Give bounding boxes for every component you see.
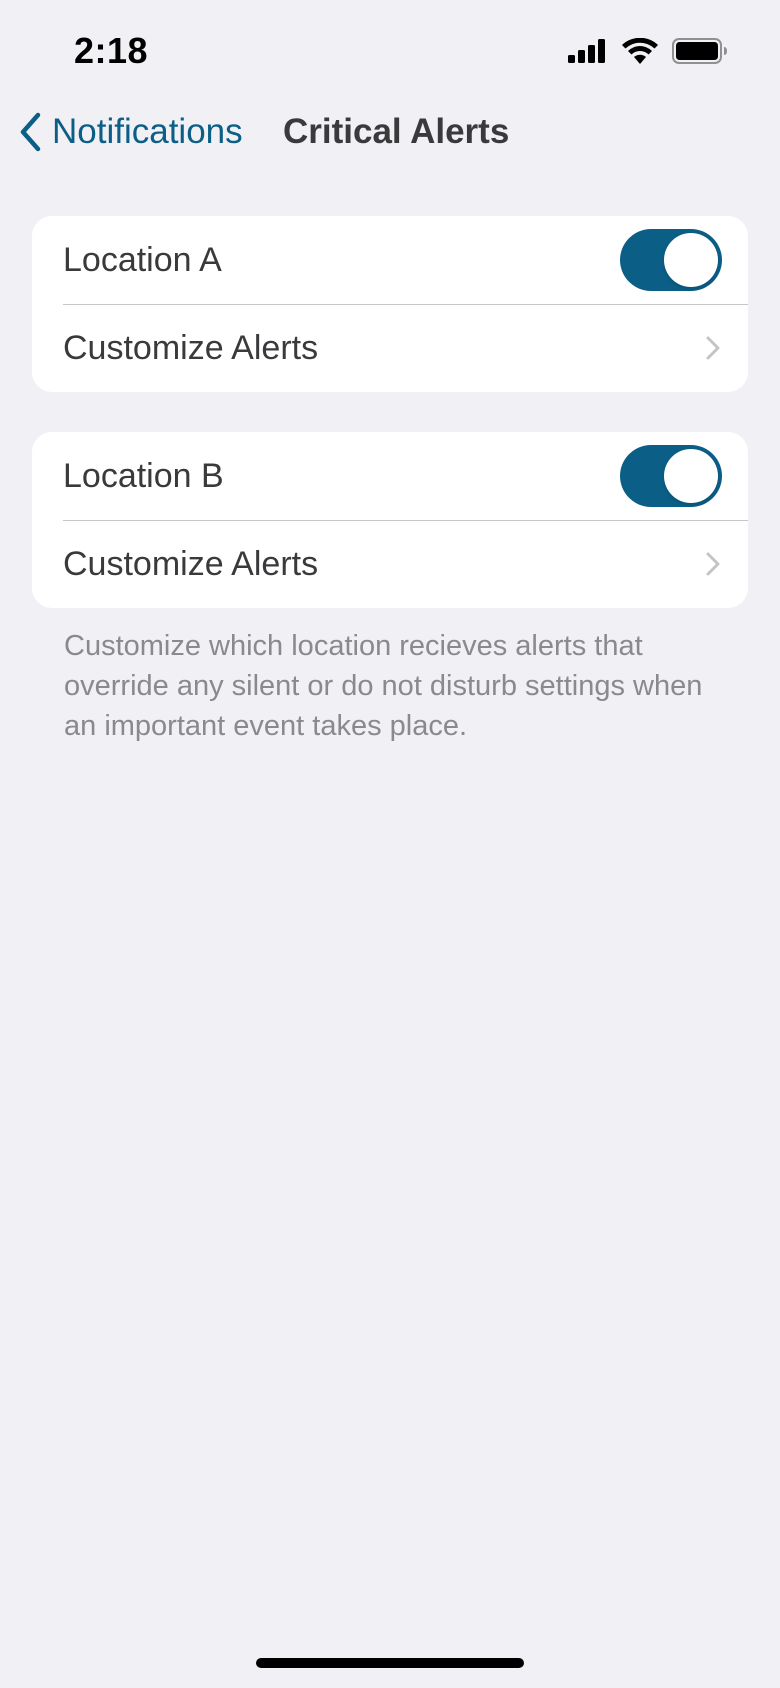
status-bar: 2:18 xyxy=(0,0,780,100)
customize-alerts-label: Customize Alerts xyxy=(63,544,319,583)
toggle-knob xyxy=(664,449,718,503)
chevron-left-icon xyxy=(20,112,41,152)
customize-alerts-b-row[interactable]: Customize Alerts xyxy=(32,520,748,608)
location-a-toggle[interactable] xyxy=(620,229,722,291)
location-b-group: Location B Customize Alerts xyxy=(32,432,748,608)
back-button[interactable]: Notifications xyxy=(18,112,243,152)
wifi-icon xyxy=(622,38,658,64)
home-indicator[interactable] xyxy=(256,1658,524,1668)
status-icons xyxy=(568,38,728,64)
footnote-text: Customize which location recieves alerts… xyxy=(64,630,703,742)
location-a-group: Location A Customize Alerts xyxy=(32,216,748,392)
location-b-toggle[interactable] xyxy=(620,445,722,507)
page-title: Critical Alerts xyxy=(283,112,510,151)
location-b-label: Location B xyxy=(63,456,224,495)
location-a-label: Location A xyxy=(63,240,222,279)
customize-alerts-label: Customize Alerts xyxy=(63,328,319,367)
location-b-row: Location B xyxy=(32,432,748,520)
chevron-right-icon xyxy=(706,336,720,360)
battery-icon xyxy=(672,38,727,64)
cellular-signal-icon xyxy=(568,39,605,63)
status-time: 2:18 xyxy=(74,30,149,71)
back-button-label: Notifications xyxy=(52,112,243,151)
location-a-row: Location A xyxy=(32,216,748,304)
navigation-bar: Notifications Critical Alerts xyxy=(0,100,780,164)
customize-alerts-a-row[interactable]: Customize Alerts xyxy=(32,304,748,392)
chevron-right-icon xyxy=(706,552,720,576)
toggle-knob xyxy=(664,233,718,287)
